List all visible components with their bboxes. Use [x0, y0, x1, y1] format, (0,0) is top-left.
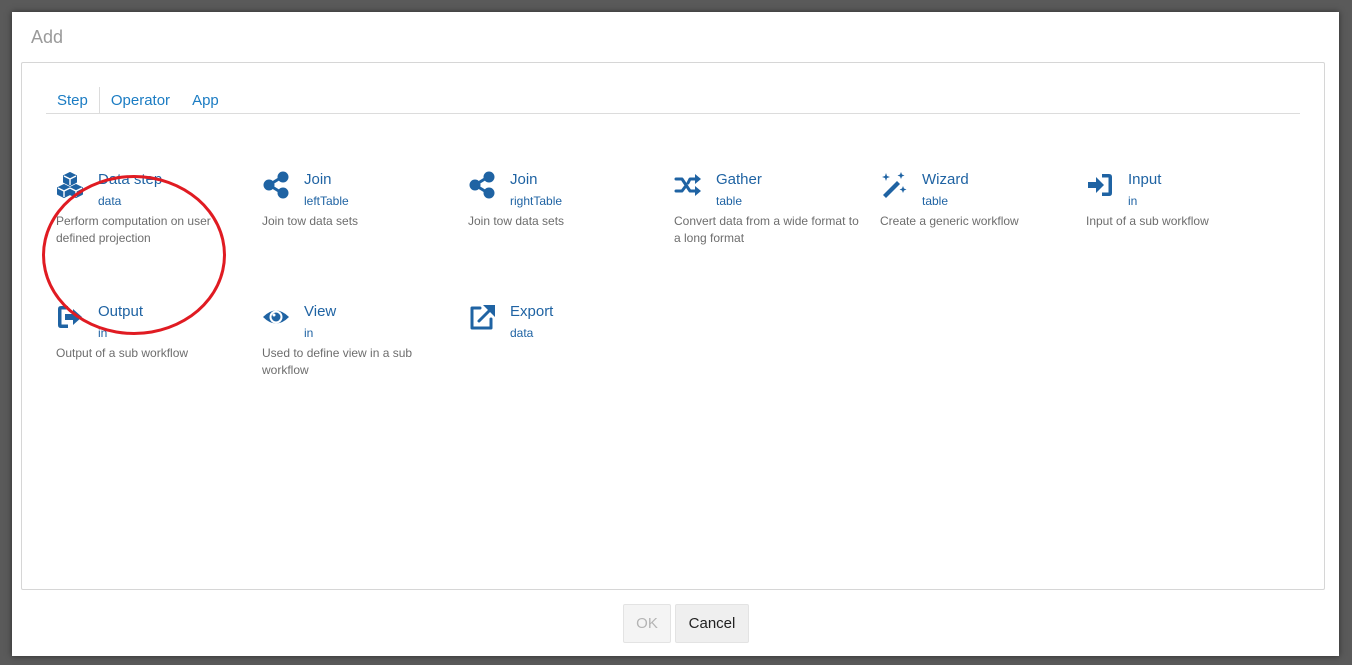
step-item-description: Input of a sub workflow — [1086, 214, 1209, 228]
step-item-name: Output — [98, 303, 144, 320]
add-dialog: Add Step Operator App Data step data Per… — [12, 12, 1339, 656]
step-item-port: table — [716, 194, 743, 208]
step-item-name: Data step — [98, 171, 163, 188]
step-item-port: data — [98, 194, 122, 208]
step-item-description: Join tow data sets — [262, 214, 359, 228]
share-icon — [262, 171, 292, 201]
content-panel: Step Operator App Data step data Perform… — [21, 62, 1325, 590]
step-item-port: rightTable — [510, 194, 563, 208]
dialog-title: Add — [31, 27, 64, 47]
eye-icon — [262, 303, 292, 333]
sign-out-icon — [56, 303, 86, 333]
step-item-name: Export — [510, 303, 554, 320]
cubes-icon — [56, 171, 86, 201]
cancel-button[interactable]: Cancel — [675, 604, 749, 643]
magic-wand-icon — [880, 171, 910, 201]
step-item-name: Join — [510, 171, 538, 188]
step-item-description: Convert data from a wide format to a lon… — [674, 214, 859, 245]
external-link-icon — [468, 303, 498, 333]
step-item-description: Perform computation on user defined proj… — [56, 214, 211, 245]
shuffle-icon — [674, 171, 704, 201]
step-grid: Data step data Perform computation on us… — [22, 63, 1324, 589]
step-item-port: in — [1128, 194, 1138, 208]
sign-in-icon — [1086, 171, 1116, 201]
step-item-port: leftTable — [304, 194, 349, 208]
step-item-port: in — [304, 326, 314, 340]
step-item-port: table — [922, 194, 949, 208]
step-item-name: Join — [304, 171, 332, 188]
step-item-port: in — [98, 326, 108, 340]
step-item-name: Input — [1128, 171, 1162, 188]
share-icon — [468, 171, 498, 201]
step-item-description: Output of a sub workflow — [56, 346, 189, 360]
step-item-name: View — [304, 303, 337, 320]
step-item-description: Join tow data sets — [468, 214, 565, 228]
step-item-name: Wizard — [922, 171, 969, 188]
step-item-name: Gather — [716, 171, 762, 188]
step-item-description: Used to define view in a sub workflow — [262, 346, 413, 377]
ok-button[interactable]: OK — [623, 604, 671, 643]
step-item-description: Create a generic workflow — [880, 214, 1019, 228]
step-item-port: data — [510, 326, 534, 340]
